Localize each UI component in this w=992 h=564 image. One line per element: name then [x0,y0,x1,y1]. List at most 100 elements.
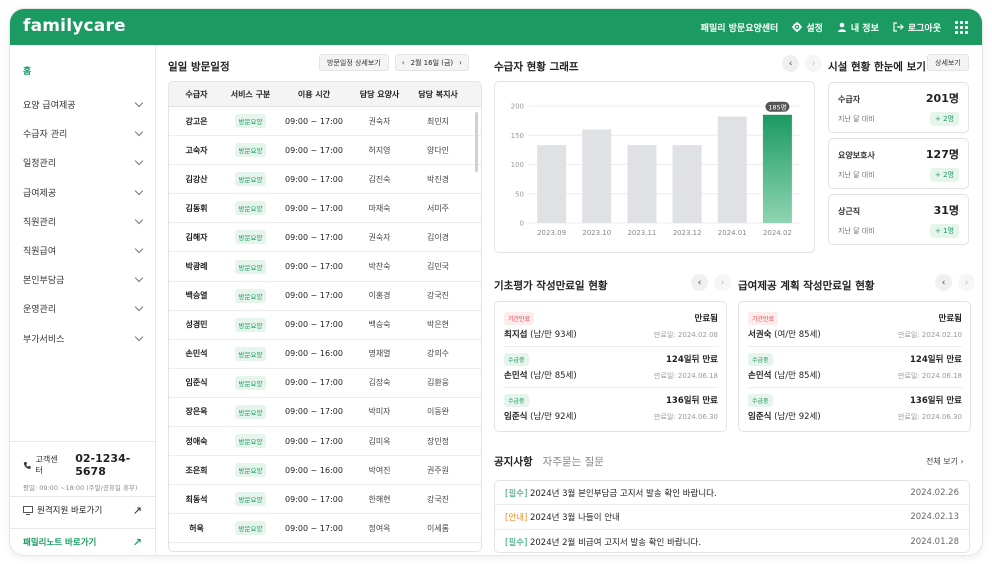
family-note-label: 패밀리노트 바로가기 [23,538,97,548]
settings-button[interactable]: 설정 [792,21,823,34]
divider [748,346,962,347]
table-row[interactable]: 허욱 방문요양 09:00 ~ 17:00 정여옥 이세롬 [169,514,481,544]
sidebar-item[interactable]: 일정관리 [10,148,156,177]
facility-card-label: 수급자 [838,95,861,104]
notice-item[interactable]: [안내] 2024년 3월 나들이 안내 2024.02.13 [495,505,969,530]
next-day-icon[interactable]: › [459,59,462,67]
sidebar-item[interactable]: 직원급여 [10,236,156,265]
remote-support-link[interactable]: 원격지원 바로가기 ↗ [10,496,156,523]
chart-prev-button[interactable]: ‹ [782,55,799,72]
facility-card-label: 요양보호사 [838,151,875,160]
recipient-detail: (여/만 85세) [774,330,821,340]
expiry-date: 만료일: 2024.02.10 [898,331,962,339]
arrow-up-right-icon: ↗ [132,503,142,517]
table-row[interactable]: 박광례 방문요양 09:00 ~ 17:00 박찬숙 김민국 [169,252,481,282]
service-cell: 방문요양 [224,172,277,187]
sidebar-item[interactable]: 운영관리 [10,294,156,323]
status-tag: 기간만료 [748,312,779,325]
sidebar-item-label: 부가서비스 [23,334,65,345]
bar [537,145,567,223]
eval-item[interactable]: 수급중 136일뒤 만료 임준식 (남/만 92세) 만료일: 2024.06.30 [504,389,718,429]
sidebar-item[interactable]: 수급자 관리 [10,119,156,148]
eval-item[interactable]: 수급중 124일뒤 만료 손민석 (남/만 85세) 만료일: 2024.06.18 [504,348,718,388]
table-row[interactable]: 고숙자 방문요양 09:00 ~ 17:00 허지영 양다인 [169,136,481,166]
expiry-date: 만료일: 2024.06.30 [898,413,962,421]
cs-label: 고객센터 [35,455,58,475]
chart-next-button[interactable]: › [805,55,822,72]
recipient-info: 최지섭 (남/만 93세) [504,328,577,340]
family-note-link[interactable]: 패밀리노트 바로가기 ↗ [10,528,156,555]
table-row[interactable]: 장은옥 방문요양 09:00 ~ 17:00 박미자 이동완 [169,398,481,428]
facility-card[interactable]: 수급자 201명 지난 달 대비 + 2명 [828,82,969,133]
view-all-link[interactable]: 전체 보기 › [926,456,964,467]
date-picker[interactable]: ‹ 2월 16일 (금) › [394,54,469,71]
facility-card[interactable]: 요양보호사 127명 지난 달 대비 + 2명 [828,138,969,189]
table-row[interactable]: 김강산 방문요양 09:00 ~ 17:00 김진숙 박진경 [169,165,481,195]
table-row[interactable]: 백승열 방문요양 09:00 ~ 17:00 이홍경 강국진 [169,282,481,311]
service-badge: 방문요양 [234,172,267,187]
eval-item[interactable]: 수급중 124일뒤 만료 손민석 (남/만 85세) 만료일: 2024.06.18 [748,348,962,388]
sidebar-item[interactable]: 본인부담금 [10,265,156,294]
tab-faq[interactable]: 자주묻는 질문 [543,454,604,469]
plan-eval-prev-button[interactable]: ‹ [935,274,952,291]
logo[interactable]: familycare [23,16,126,36]
basic-eval-prev-button[interactable]: ‹ [691,274,708,291]
eval-tag-wrap: 기간만료 [504,312,535,325]
sidebar-item[interactable]: 급여제공 [10,178,156,207]
current-date: 2월 16일 (금) [410,58,454,67]
caregiver-name: 명재열 [368,349,391,359]
service-badge: 방문요양 [234,346,267,361]
sidebar-item[interactable]: 부가서비스 [10,324,156,353]
facility-card[interactable]: 상근직 31명 지난 달 대비 + 1명 [828,194,969,245]
bar [717,116,747,223]
eval-item[interactable]: 기간만료 만료됨 서권숙 (여/만 85세) 만료일: 2024.02.10 [748,307,962,347]
notice-item[interactable]: [필수] 2024년 3월 본인부담금 고지서 발송 확인 바랍니다. 2024.… [495,481,969,506]
recipient-name: 손민석 [748,371,772,381]
eval-item[interactable]: 기간만료 만료됨 최지섭 (남/만 93세) 만료일: 2024.02.08 [504,307,718,347]
table-row[interactable]: 임준식 방문요양 09:00 ~ 17:00 김장숙 김환웅 [169,369,481,398]
main-content: 일일 방문일정 방문일정 상세보기 ‹ 2월 16일 (금) › 수급자 서비스 … [156,45,982,555]
column-header[interactable]: 담당 복지사 [408,89,468,100]
eval-item[interactable]: 수급중 136일뒤 만료 임준식 (남/만 92세) 만료일: 2024.06.30 [748,389,962,429]
plan-eval-next-button[interactable]: › [958,274,975,291]
column-header[interactable]: 수급자 [169,89,224,100]
expiry-status: 136일뒤 만료 [666,396,718,406]
caregiver-name: 박찬숙 [368,262,391,272]
tab-notice[interactable]: 공지사항 [494,454,533,469]
column-header[interactable]: 담당 요양사 [351,89,408,100]
table-row[interactable]: 김동휘 방문요양 09:00 ~ 17:00 마재숙 서미주 [169,194,481,224]
table-row[interactable]: 조은희 방문요양 09:00 ~ 16:00 박여진 권주원 [169,456,481,486]
prev-day-icon[interactable]: ‹ [402,59,405,67]
apps-grid-icon[interactable] [955,20,968,34]
profile-button[interactable]: 내 정보 [837,21,879,34]
schedule-table: 수급자 서비스 구분 이용 시간 담당 요양사 담당 복지사 강고은 방문요양 09:00 … [168,81,482,552]
column-header[interactable]: 서비스 구분 [224,89,277,100]
notice-item[interactable]: [필수] 2024년 2월 비급여 고지서 발송 확인 바랍니다. 2024.01… [495,530,969,554]
column-header[interactable]: 이용 시간 [277,89,351,100]
recipient-detail: (남/만 93세) [530,330,577,340]
table-row[interactable]: 강고은 방문요양 09:00 ~ 17:00 권숙자 최민지 [169,107,481,137]
sidebar-home[interactable]: 홈 [23,64,31,77]
table-row[interactable]: 최동석 방문요양 09:00 ~ 17:00 한해현 강국진 [169,485,481,515]
table-row[interactable]: 정애숙 방문요양 09:00 ~ 17:00 김미옥 장민정 [169,427,481,457]
basic-eval-next-button[interactable]: › [714,274,731,291]
facility-detail-button[interactable]: 상세보기 [927,54,969,71]
usage-time: 09:00 ~ 17:00 [285,203,343,213]
table-row[interactable]: 손민석 방문요양 09:00 ~ 16:00 명재열 강의수 [169,340,481,369]
table-row[interactable]: 김해자 방문요양 09:00 ~ 17:00 권숙자 김이경 [169,223,481,253]
view-all-label: 전체 보기 [926,457,958,466]
service-badge: 방문요양 [234,143,267,158]
phone-icon [23,461,31,469]
service-cell: 방문요양 [224,230,277,245]
caregiver-name: 김진숙 [368,174,391,184]
notice-tag: [필수] [505,488,528,499]
service-cell: 방문요양 [224,259,277,274]
sidebar-item[interactable]: 직원관리 [10,207,156,236]
facility-card-value: 201명 [925,92,959,105]
settings-label: 설정 [806,23,823,34]
table-row[interactable]: 성경민 방문요양 09:00 ~ 17:00 백승숙 박은현 [169,311,481,340]
logout-button[interactable]: 로그아웃 [893,21,941,34]
schedule-detail-button[interactable]: 방문일정 상세보기 [319,54,389,71]
sidebar-item[interactable]: 요양 급여제공 [10,90,156,119]
scrollbar[interactable] [475,112,478,172]
